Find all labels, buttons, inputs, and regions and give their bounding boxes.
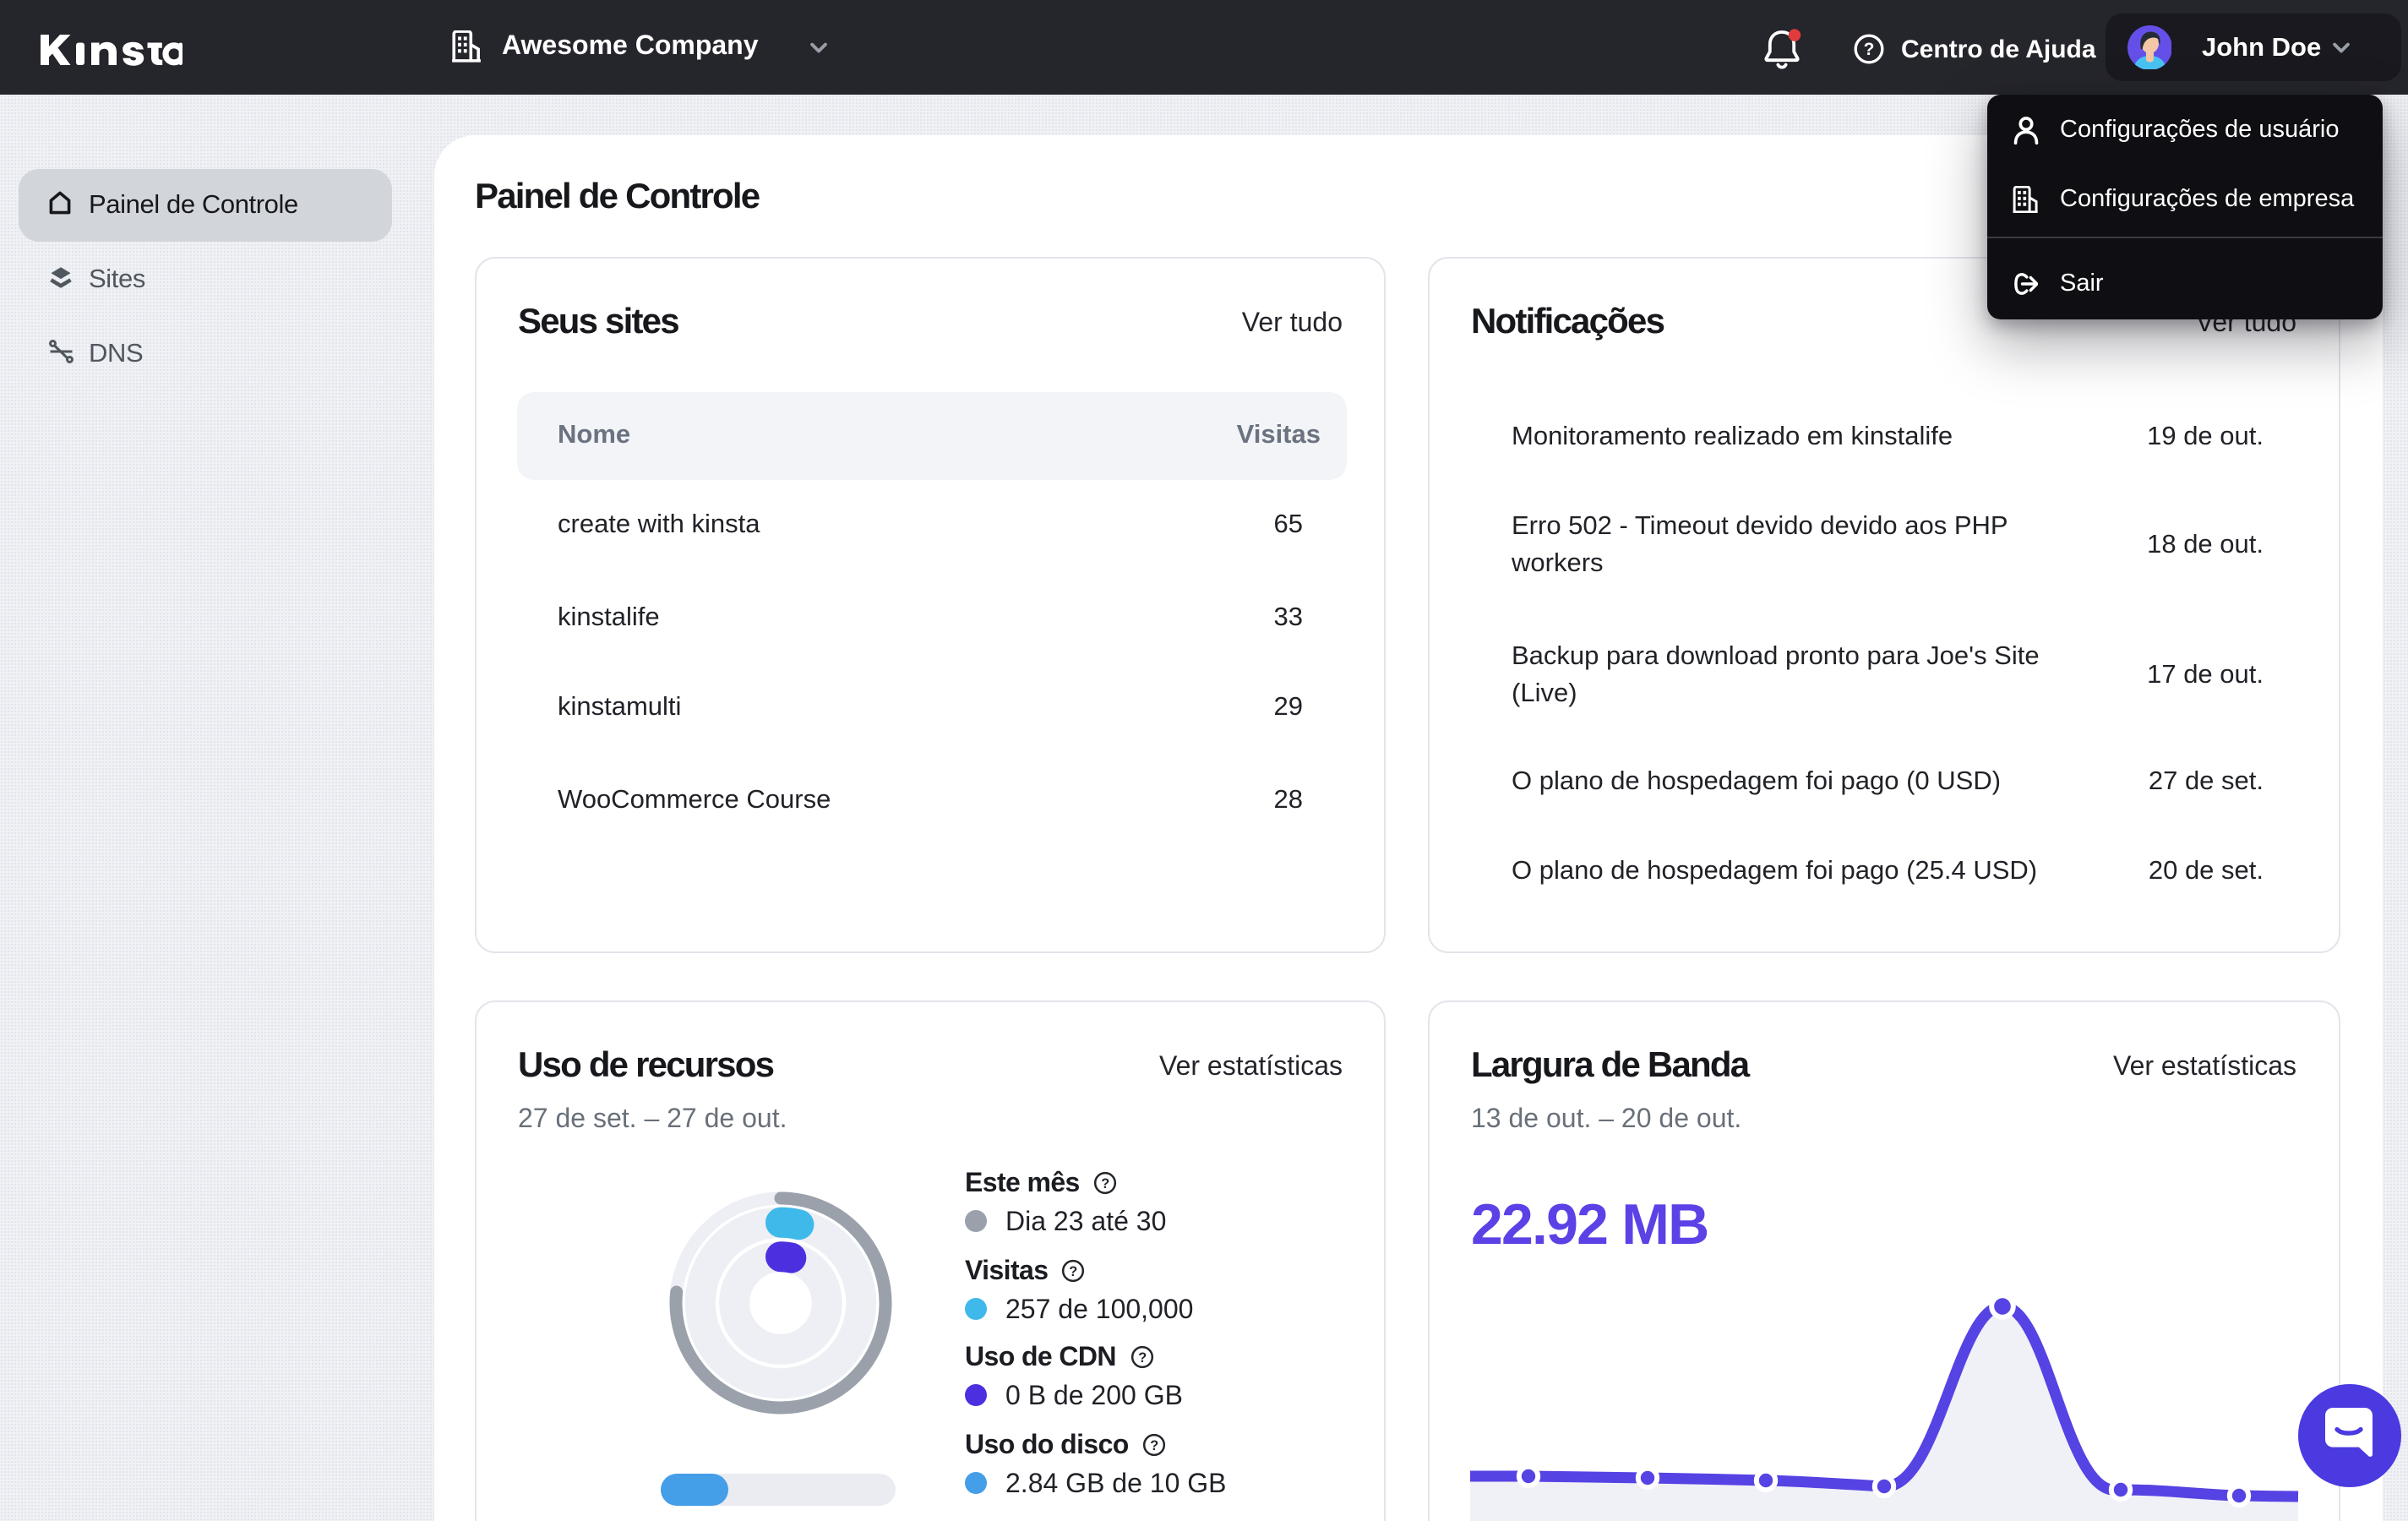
svg-text:?: ? xyxy=(1070,1263,1078,1278)
svg-text:?: ? xyxy=(1101,1175,1109,1191)
svg-text:?: ? xyxy=(1150,1437,1158,1453)
svg-text:?: ? xyxy=(1863,40,1874,59)
svg-text:?: ? xyxy=(1137,1349,1146,1365)
